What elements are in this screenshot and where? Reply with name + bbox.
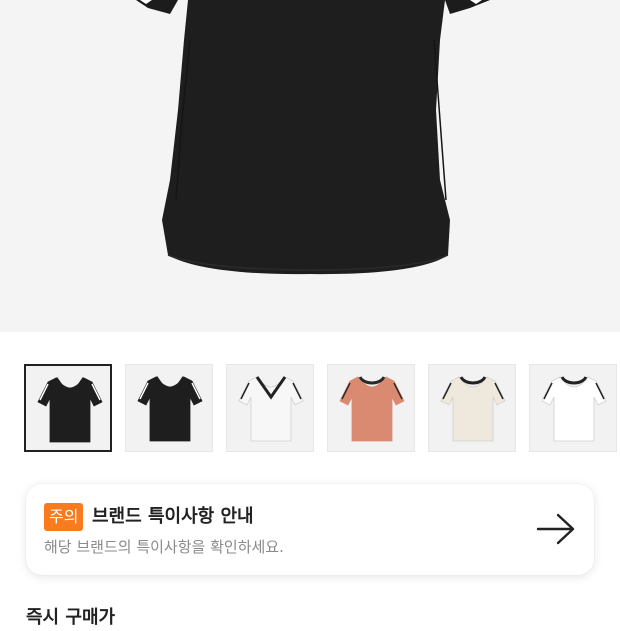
product-main-image[interactable] bbox=[0, 0, 620, 332]
brand-notice-card[interactable]: 주의 브랜드 특이사항 안내 해당 브랜드의 특이사항을 확인하세요. bbox=[26, 484, 594, 575]
tshirt-thumbnail-icon bbox=[339, 376, 405, 442]
instant-buy-price-heading: 즉시 구매가 bbox=[26, 607, 116, 628]
thumbnail-strip bbox=[24, 364, 620, 454]
thumb-pink-crew[interactable] bbox=[327, 364, 415, 452]
thumb-cream-crew[interactable] bbox=[428, 364, 516, 452]
notice-title: 브랜드 특이사항 안내 bbox=[92, 506, 254, 527]
thumb-white-crew[interactable] bbox=[529, 364, 617, 452]
tshirt-illustration bbox=[136, 0, 490, 275]
caution-badge: 주의 bbox=[44, 503, 84, 531]
tshirt-thumbnail-icon bbox=[238, 376, 304, 442]
tshirt-thumbnail-icon bbox=[541, 376, 607, 442]
thumb-black-vneck-back[interactable] bbox=[125, 364, 213, 452]
tshirt-thumbnail-icon bbox=[37, 377, 103, 443]
thumb-white-vneck[interactable] bbox=[226, 364, 314, 452]
tshirt-thumbnail-icon bbox=[137, 376, 203, 442]
tshirt-thumbnail-icon bbox=[440, 376, 506, 442]
arrow-right-icon[interactable] bbox=[536, 512, 576, 546]
notice-subtitle: 해당 브랜드의 특이사항을 확인하세요. bbox=[44, 538, 284, 556]
thumb-black-vneck-front[interactable] bbox=[24, 364, 112, 452]
